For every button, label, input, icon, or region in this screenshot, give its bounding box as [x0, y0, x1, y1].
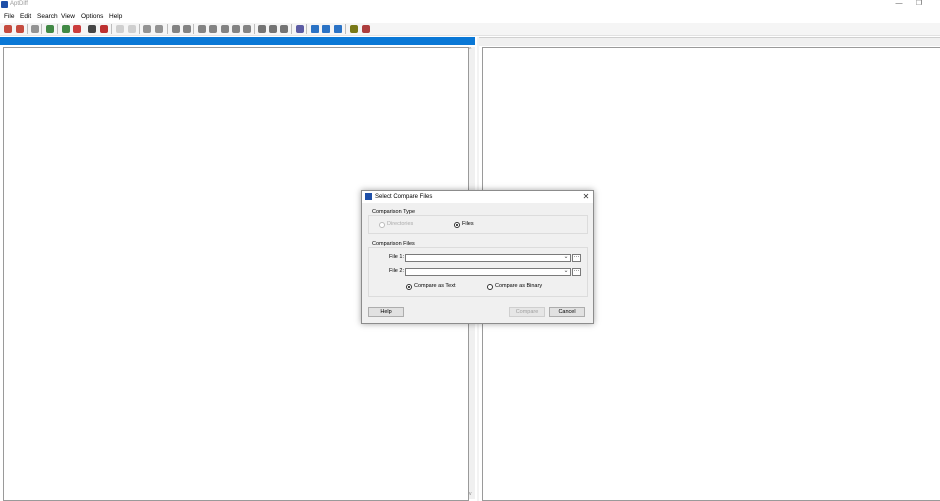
app-icon [1, 1, 8, 8]
dialog-title: Select Compare Files [375, 194, 433, 200]
directories-label: Directories [387, 221, 414, 227]
scroll-up-icon[interactable]: ^ [469, 47, 471, 53]
toolbar-separator [291, 24, 292, 34]
menu-edit[interactable]: Edit [20, 11, 31, 22]
copy-icon[interactable] [280, 25, 288, 33]
redo-icon[interactable] [128, 25, 136, 33]
save-all-icon[interactable] [269, 25, 277, 33]
menu-help[interactable]: Help [109, 11, 122, 22]
scroll-down-icon[interactable]: v [469, 491, 472, 497]
menu-file[interactable]: File [4, 11, 14, 22]
mark-green-icon[interactable] [62, 25, 70, 33]
up-icon[interactable] [209, 25, 217, 33]
select-compare-files-dialog: Select Compare Files ✕ Comparison Type D… [361, 190, 594, 324]
file1-combo[interactable] [405, 254, 571, 262]
toolbar-separator [193, 24, 194, 34]
toolbar-separator [111, 24, 112, 34]
right-pane-header [479, 37, 940, 46]
file1-dropdown-icon[interactable]: ⌄ [562, 254, 570, 261]
file2-label: File 2: [389, 268, 404, 274]
menu-view[interactable]: View [61, 11, 75, 22]
directories-radio [379, 222, 385, 228]
stop-icon[interactable] [362, 25, 370, 33]
center-icon[interactable] [221, 25, 229, 33]
toolbar [0, 23, 940, 36]
menu-search[interactable]: Search [37, 11, 58, 22]
window-titlebar [0, 0, 940, 9]
last-icon[interactable] [243, 25, 251, 33]
layout-grid-icon[interactable] [334, 25, 342, 33]
toolbar-separator [57, 24, 58, 34]
file2-combo[interactable] [405, 268, 571, 276]
file1-browse-button[interactable]: ··· [572, 254, 581, 262]
file2-browse-button[interactable]: ··· [572, 268, 581, 276]
menu-bar [0, 11, 940, 22]
toolbar-separator [306, 24, 307, 34]
arrow-right-icon[interactable] [183, 25, 191, 33]
undo-icon[interactable] [116, 25, 124, 33]
window-title: AptDiff [10, 1, 28, 7]
files-radio[interactable] [454, 222, 460, 228]
cancel-button[interactable]: Cancel [549, 307, 585, 317]
files-label[interactable]: Files [462, 221, 474, 228]
prev-diff-icon[interactable] [16, 25, 24, 33]
toolbar-separator [345, 24, 346, 34]
bug-red-icon[interactable] [100, 25, 108, 33]
layout-horizontal-icon[interactable] [311, 25, 319, 33]
print-icon[interactable] [296, 25, 304, 33]
toolbar-separator [41, 24, 42, 34]
help-icon[interactable] [350, 25, 358, 33]
layout-vertical-icon[interactable] [322, 25, 330, 33]
compare-as-text-label[interactable]: Compare as Text [414, 283, 455, 290]
find-icon[interactable] [31, 25, 39, 33]
toolbar-separator [167, 24, 168, 34]
compare-as-binary-radio[interactable] [487, 284, 493, 290]
refresh-icon[interactable] [46, 25, 54, 33]
left-pane-header [0, 37, 475, 45]
file1-label: File 1: [389, 254, 404, 260]
align-right-icon[interactable] [155, 25, 163, 33]
dialog-app-icon [365, 193, 372, 200]
arrow-left-icon[interactable] [172, 25, 180, 33]
mark-red-icon[interactable] [73, 25, 81, 33]
toolbar-separator [27, 24, 28, 34]
help-button[interactable]: Help [368, 307, 404, 317]
dialog-close-button[interactable]: ✕ [580, 191, 592, 202]
next-diff-icon[interactable] [4, 25, 12, 33]
bug-icon[interactable] [88, 25, 96, 33]
first-icon[interactable] [198, 25, 206, 33]
menu-options[interactable]: Options [81, 11, 103, 22]
toolbar-separator [139, 24, 140, 34]
compare-button[interactable]: Compare [509, 307, 545, 317]
restore-button[interactable]: ❐ [912, 0, 926, 9]
align-left-icon[interactable] [143, 25, 151, 33]
save-icon[interactable] [258, 25, 266, 33]
down-icon[interactable] [232, 25, 240, 33]
compare-as-text-radio[interactable] [406, 284, 412, 290]
minimize-button[interactable]: — [892, 0, 906, 9]
toolbar-separator [254, 24, 255, 34]
compare-as-binary-label[interactable]: Compare as Binary [495, 283, 542, 290]
file2-dropdown-icon[interactable]: ⌄ [562, 268, 570, 275]
